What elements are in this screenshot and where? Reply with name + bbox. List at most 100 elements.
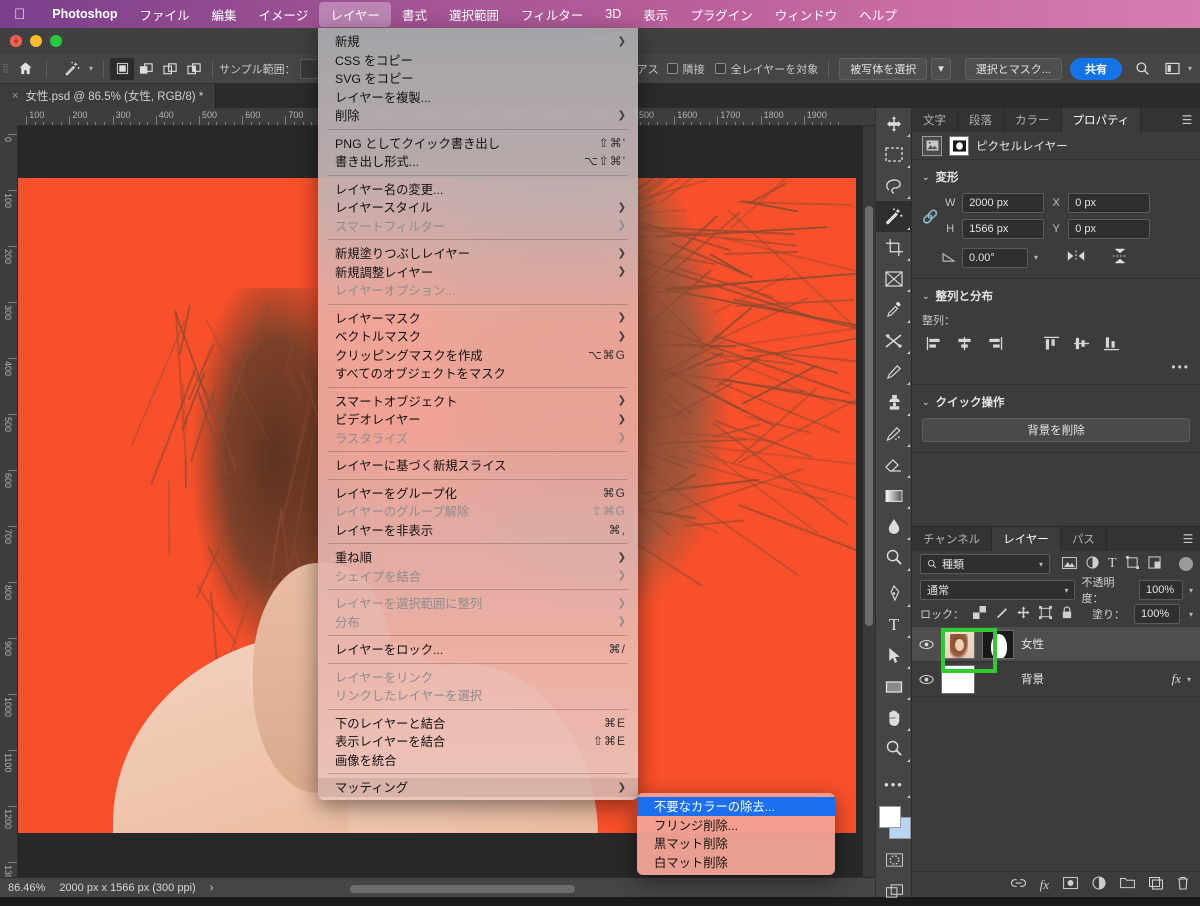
chevron-down-icon[interactable]: ▾ (1064, 586, 1068, 595)
align-section-title[interactable]: ⌄ 整列と分布 (922, 288, 1190, 304)
layer-menu-item-8-0[interactable]: 重ね順 ❯ (318, 548, 638, 567)
add-layer-mask-icon[interactable] (1063, 876, 1078, 892)
matting-submenu-item-2[interactable]: 黒マット削除 (637, 834, 835, 853)
blur-tool[interactable] (876, 511, 912, 542)
canvas-vertical-scrollbar[interactable] (863, 126, 875, 897)
remove-background-button[interactable]: 背景を削除 (922, 418, 1190, 442)
layer-row-0[interactable]: 女性 (912, 627, 1200, 662)
new-layer-icon[interactable] (1148, 876, 1164, 893)
layer-menu-item-1-0[interactable]: PNG としてクイック書き出し ⇧⌘' (318, 134, 638, 153)
crop-tool[interactable] (876, 232, 912, 263)
macmenu-item-0[interactable]: Photoshop (41, 4, 128, 24)
chevron-down-icon[interactable]: ⌄ (922, 397, 930, 408)
lock-position-icon[interactable] (1017, 606, 1030, 622)
layer-menu-item-0-4[interactable]: 削除 ❯ (318, 106, 638, 125)
macmenu-item-2[interactable]: 編集 (201, 2, 248, 27)
macmenu-item-10[interactable]: プラグイン (679, 2, 764, 27)
align-right-icon[interactable] (986, 336, 1003, 354)
type-tool[interactable]: T (876, 609, 912, 640)
home-icon[interactable] (10, 54, 40, 84)
fill-input[interactable]: 100% (1133, 604, 1180, 624)
macmenu-item-7[interactable]: フィルター (510, 2, 594, 27)
macmenu-item-8[interactable]: 3D (594, 4, 632, 24)
lasso-tool[interactable] (876, 170, 912, 201)
layer-menu-item-7-0[interactable]: レイヤーをグループ化 ⌘G (318, 484, 638, 503)
opacity-input[interactable]: 100% (1139, 580, 1183, 600)
workspace-chevron-icon[interactable]: ▾ (1188, 64, 1192, 73)
flip-horizontal-icon[interactable] (1066, 249, 1086, 266)
layers-tab-1[interactable]: レイヤー (992, 527, 1061, 551)
macmenu-item-9[interactable]: 表示 (632, 2, 679, 27)
edit-toolbar[interactable]: ••• (876, 769, 912, 800)
layer-fx-icon[interactable]: fx (1172, 671, 1181, 687)
delete-layer-icon[interactable] (1177, 876, 1189, 893)
add-adjustment-layer-icon[interactable] (1092, 876, 1106, 893)
matting-submenu-item-3[interactable]: 白マット削除 (637, 853, 835, 872)
selection-mode-add[interactable] (134, 58, 158, 80)
align-top-icon[interactable] (1043, 336, 1060, 354)
options-bar-grip[interactable]: ⣿ (0, 54, 10, 84)
lock-transparent-pixels-icon[interactable] (973, 606, 986, 622)
align-buttons[interactable] (922, 336, 1190, 354)
layer-menu-item-2-1[interactable]: レイヤースタイル ❯ (318, 198, 638, 217)
chevron-down-icon[interactable]: ⌄ (922, 172, 930, 183)
opacity-chevron-icon[interactable]: ▾ (1189, 586, 1193, 595)
rectangle-tool[interactable] (876, 671, 912, 702)
layer-menu-item-4-0[interactable]: レイヤーマスク ❯ (318, 309, 638, 328)
transform-section-title[interactable]: ⌄ 変形 (922, 169, 1190, 185)
history-brush-tool[interactable] (876, 418, 912, 449)
layer-thumbnail[interactable] (941, 629, 975, 659)
add-layer-style-icon[interactable]: fx (1040, 877, 1049, 893)
dodge-tool[interactable] (876, 542, 912, 573)
align-center-horizontal-icon[interactable] (956, 336, 973, 354)
share-button[interactable]: 共有 (1069, 57, 1122, 80)
align-left-icon[interactable] (926, 336, 943, 354)
macmenu-item-11[interactable]: ウィンドウ (764, 2, 849, 27)
frame-tool[interactable] (876, 263, 912, 294)
layer-name[interactable]: 女性 (1021, 636, 1044, 652)
foreground-color-swatch[interactable] (879, 806, 901, 828)
layer-row-1[interactable]: 背景 fx ▾ (912, 662, 1200, 697)
layers-panel-tabs[interactable]: チャンネル レイヤー パス ☰ (912, 527, 1200, 551)
screen-mode-icon[interactable] (876, 875, 912, 906)
x-input[interactable]: 0 px (1068, 193, 1151, 213)
layer-menu-item-1-1[interactable]: 書き出し形式... ⌥⇧⌘' (318, 152, 638, 171)
properties-tab-1[interactable]: 段落 (958, 108, 1004, 132)
quick-mask-icon[interactable] (876, 844, 912, 875)
macmenu-item-4[interactable]: レイヤー (319, 1, 391, 27)
align-more-button[interactable]: ••• (922, 360, 1190, 374)
search-icon[interactable] (1128, 54, 1158, 84)
align-middle-vertical-icon[interactable] (1073, 336, 1090, 354)
layer-menu-item-7-2[interactable]: レイヤーを非表示 ⌘, (318, 521, 638, 540)
layers-tab-2[interactable]: パス (1060, 527, 1107, 551)
eyedropper-tool[interactable] (876, 294, 912, 325)
layers-tab-0[interactable]: チャンネル (912, 527, 993, 551)
selection-mode-new[interactable] (110, 57, 135, 80)
filter-pixel-icon[interactable] (1062, 556, 1077, 572)
select-subject-dropdown[interactable]: ▾ (931, 57, 951, 80)
gradient-tool[interactable] (876, 480, 912, 511)
layer-menu-item-4-3[interactable]: すべてのオブジェクトをマスク (318, 364, 638, 383)
layer-menu-dropdown[interactable]: 新規 ❯ CSS をコピー SVG をコピー レイヤーを複製... 削除 ❯ PNG としてク… (318, 28, 638, 800)
layer-fx-chevron-icon[interactable]: ▾ (1187, 675, 1191, 684)
layer-mask-thumbnail[interactable] (982, 629, 1014, 659)
pen-tool[interactable] (876, 578, 912, 609)
close-document-icon[interactable]: × (12, 90, 18, 102)
width-input[interactable]: 2000 px (962, 193, 1045, 213)
layer-menu-item-5-0[interactable]: スマートオブジェクト ❯ (318, 392, 638, 411)
fill-chevron-icon[interactable]: ▾ (1189, 610, 1193, 619)
layers-panel-menu-icon[interactable]: ☰ (1175, 527, 1200, 551)
layer-menu-item-12-1[interactable]: 表示レイヤーを結合 ⇧⌘E (318, 732, 638, 751)
layer-menu-item-3-0[interactable]: 新規塗りつぶしレイヤー ❯ (318, 244, 638, 263)
all-layers-checkbox[interactable] (714, 63, 726, 74)
height-input[interactable]: 1566 px (962, 219, 1045, 239)
layer-filter-select[interactable]: 種類 ▾ (920, 554, 1050, 574)
canvas-horizontal-scroll-thumb[interactable] (350, 885, 575, 893)
y-input[interactable]: 0 px (1068, 219, 1151, 239)
properties-panel-menu-icon[interactable]: ☰ (1174, 108, 1200, 132)
lock-artboard-nesting-icon[interactable] (1039, 606, 1052, 622)
filter-toggle-switch[interactable] (1179, 557, 1193, 571)
select-subject-button[interactable]: 被写体を選択 (839, 57, 928, 80)
layer-menu-item-0-2[interactable]: SVG をコピー (318, 69, 638, 88)
macmenu-item-3[interactable]: イメージ (248, 2, 320, 27)
